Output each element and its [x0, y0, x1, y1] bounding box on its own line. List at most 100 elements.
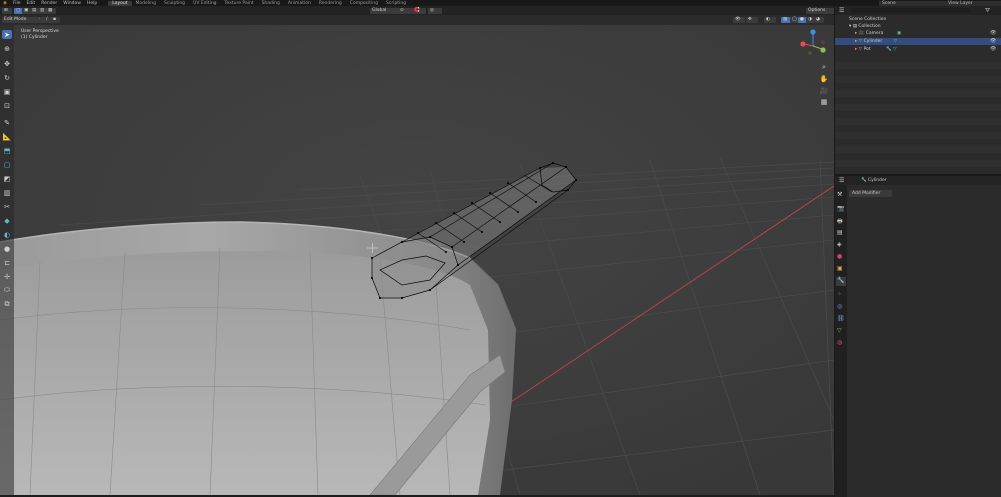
viewport-scene — [0, 25, 834, 495]
smooth-tool-icon[interactable]: ● — [2, 244, 12, 253]
bevel-tool-icon[interactable]: ◩ — [2, 174, 12, 183]
scene-selector[interactable]: Scene — [879, 0, 945, 6]
inset-tool-icon[interactable]: ▢ — [2, 160, 12, 169]
scale-tool-icon[interactable]: ▣ — [2, 87, 12, 96]
output-tab-icon[interactable]: 🖶 — [837, 217, 843, 227]
snap-icon[interactable]: 🧲 — [412, 8, 426, 14]
mesh-object-icon: ▸ ▽ — [855, 47, 864, 52]
scene-collection-label: Scene Collection — [849, 17, 887, 22]
modifier-tab-icon[interactable]: 🔧 — [836, 277, 846, 286]
tab-shading[interactable]: Shading — [258, 1, 284, 6]
properties-tab-strip: ⚒ 📷 🖶 ▤ ◈ ● ▣ 🔧 ⁘ ◎ ⛓ ▽ ◍ — [835, 185, 847, 497]
menu-help[interactable]: Help — [84, 1, 100, 6]
tool-shelf: ➤ ⊕ ✥ ↻ ▣ ⊡ ✎ 📐 ⬒ ▢ ◩ ▥ ✂ ◆ ◐ ● ⊏ ✢ ⬭ ⧉ — [0, 25, 14, 495]
menu-window[interactable]: Window — [60, 1, 84, 6]
poly-build-tool-icon[interactable]: ◆ — [2, 216, 12, 225]
select-intersect-icon[interactable]: ▦ — [46, 8, 56, 14]
edge-slide-tool-icon[interactable]: ⊏ — [2, 258, 12, 267]
perspective-toggle-icon[interactable]: ▦ — [818, 98, 830, 108]
menu-render[interactable]: Render — [38, 1, 60, 6]
outliner-scene-collection[interactable]: Scene Collection — [835, 16, 1001, 23]
world-tab-icon[interactable]: ● — [837, 253, 842, 260]
shear-tool-icon[interactable]: ⬭ — [2, 286, 12, 295]
outliner-item-pot[interactable]: ▸ ▽ Pot 🔧 ▽ — [835, 46, 1001, 53]
scene-tab-icon[interactable]: ◈ — [837, 241, 842, 248]
visibility-eye-icon[interactable]: 👁 — [990, 46, 996, 52]
shrink-fatten-tool-icon[interactable]: ✢ — [2, 272, 12, 281]
transform-orientation-dropdown[interactable]: Global — [370, 8, 399, 14]
viewport-object-label: (1) Cylinder — [21, 35, 48, 40]
shading-rendered-icon[interactable]: ◕ — [814, 17, 824, 23]
tab-texture-paint[interactable]: Texture Paint — [221, 1, 258, 6]
outliner-item-camera[interactable]: ▸ 🎥 Camera ▣ — [835, 30, 1001, 37]
proportional-edit-icon[interactable]: ◎ — [428, 8, 442, 14]
tool-settings-bar: ⊞ ▢ ▣ ▤ ▥ ▦ Global ⊙ 🧲 ◎ Options — [0, 6, 835, 15]
tab-rendering[interactable]: Rendering — [315, 1, 346, 6]
particles-tab-icon[interactable]: ⁘ — [837, 291, 842, 298]
loop-cut-tool-icon[interactable]: ▥ — [2, 188, 12, 197]
collection-icon: ▾ ▤ — [849, 24, 859, 29]
tab-animation[interactable]: Animation — [284, 1, 315, 6]
pivot-point-icon[interactable]: ⊙ — [398, 8, 412, 14]
face-select-icon[interactable]: ▪ — [51, 17, 60, 23]
camera-view-icon[interactable]: 🎥 — [818, 87, 830, 97]
render-tab-icon[interactable]: 📷 — [837, 205, 844, 212]
object-tab-icon[interactable]: ▣ — [837, 265, 843, 272]
outliner-item-cylinder[interactable]: ▸ ▽ Cylinder ▽ — [835, 38, 1001, 45]
add-modifier-button[interactable]: Add Modifier — [849, 190, 892, 197]
knife-tool-icon[interactable]: ✂ — [2, 202, 12, 211]
overlays-icon[interactable]: ◐ — [764, 17, 776, 23]
outliner-item-label: Cylinder — [863, 39, 883, 44]
data-tab-icon[interactable]: ▽ — [837, 327, 842, 334]
visibility-icon[interactable]: 👁 — [733, 17, 745, 23]
tool-tab-icon[interactable]: ⚒ — [837, 191, 842, 198]
menu-edit[interactable]: Edit — [23, 1, 38, 6]
outliner-item-label: Pot — [863, 47, 871, 52]
menu-file[interactable]: File — [10, 1, 24, 6]
visibility-eye-icon[interactable]: 👁 — [990, 38, 996, 44]
material-tab-icon[interactable]: ◍ — [837, 339, 842, 346]
properties-panel: ☰ 🔧 Cylinder ⚒ 📷 🖶 ▤ ◈ ● ▣ 🔧 ⁘ ◎ ⛓ ▽ ◍ A… — [834, 174, 1001, 497]
modifier-icon: 🔧 — [886, 47, 892, 52]
mode-dropdown[interactable]: Edit Mode — [2, 17, 38, 23]
physics-tab-icon[interactable]: ◎ — [837, 303, 842, 310]
spin-tool-icon[interactable]: ◐ — [2, 230, 12, 239]
filter-icon[interactable]: ⛛ — [985, 7, 990, 15]
move-tool-icon[interactable]: ✥ — [2, 59, 12, 68]
view-layer-tab-icon[interactable]: ▤ — [837, 229, 843, 236]
outliner-editor-icon[interactable]: ☰ — [839, 7, 844, 14]
mesh-data-icon: ▽ — [893, 47, 897, 52]
rip-tool-icon[interactable]: ⧉ — [2, 300, 12, 309]
editor-type-icon[interactable]: ⊞ — [2, 8, 12, 14]
outliner-collection-row[interactable]: ▾ ▤ Collection — [835, 23, 1001, 30]
gizmo-icon[interactable]: ✥ — [746, 17, 758, 23]
outliner-search-input[interactable] — [851, 8, 971, 13]
measure-tool-icon[interactable]: 📐 — [2, 132, 12, 141]
cursor-tool-icon[interactable]: ⊕ — [2, 44, 12, 53]
tab-compositing[interactable]: Compositing — [346, 1, 382, 6]
extrude-tool-icon[interactable]: ⬒ — [2, 146, 12, 155]
properties-editor-icon[interactable]: ☰ — [839, 177, 844, 184]
view-layer-selector[interactable]: View Layer — [945, 0, 1001, 6]
rotate-tool-icon[interactable]: ↻ — [2, 73, 12, 82]
properties-object-name: Cylinder — [868, 178, 887, 183]
wrench-icon: 🔧 — [861, 178, 867, 183]
options-dropdown[interactable]: Options — [806, 8, 835, 14]
zoom-icon[interactable]: ⌕ — [818, 63, 830, 73]
constraints-tab-icon[interactable]: ⛓ — [837, 315, 845, 322]
3d-viewport[interactable]: User Perspective (1) Cylinder ⌕ ✋ 🎥 ▦ — [0, 25, 834, 495]
tab-scripting[interactable]: Scripting — [382, 1, 410, 6]
camera-data-icon: ▣ — [896, 31, 902, 36]
visibility-eye-icon[interactable]: 👁 — [990, 30, 996, 36]
tab-sculpting[interactable]: Sculpting — [160, 1, 189, 6]
pan-hand-icon[interactable]: ✋ — [818, 75, 830, 85]
annotate-tool-icon[interactable]: ✎ — [2, 118, 12, 127]
transform-tool-icon[interactable]: ⊡ — [2, 101, 12, 110]
tab-uv-editing[interactable]: UV Editing — [189, 1, 220, 6]
select-tool-icon[interactable]: ➤ — [2, 30, 12, 39]
outliner-item-label: Camera — [865, 31, 884, 36]
outliner-header: ☰ ⛛ — [835, 6, 1001, 15]
tab-modeling[interactable]: Modeling — [132, 1, 160, 6]
tab-layout[interactable]: Layout — [108, 0, 132, 6]
blender-logo-icon[interactable]: ◉ — [0, 1, 10, 6]
